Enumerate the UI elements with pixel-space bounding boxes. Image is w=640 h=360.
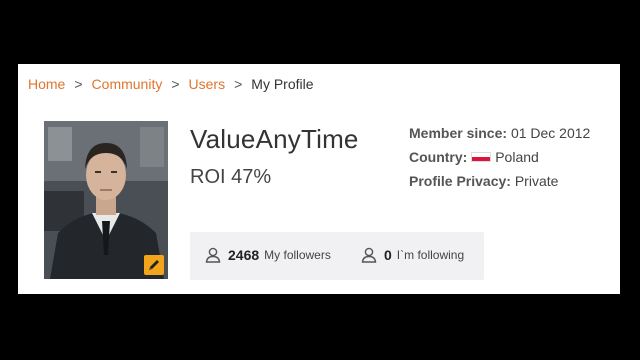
breadcrumb-separator: > <box>74 76 83 92</box>
country-value: Poland <box>495 149 539 165</box>
privacy-value: Private <box>514 173 559 189</box>
avatar <box>44 121 168 279</box>
breadcrumb-current: My Profile <box>251 76 314 92</box>
breadcrumb-users[interactable]: Users <box>189 76 226 92</box>
profile-meta: Member since: 01 Dec 2012 Country: Polan… <box>409 121 590 193</box>
user-icon <box>361 247 377 263</box>
user-icon <box>205 247 221 263</box>
following-count: 0 <box>384 247 392 263</box>
poland-flag-icon <box>471 152 492 163</box>
followers-label: My followers <box>264 248 331 262</box>
breadcrumb-home[interactable]: Home <box>28 76 65 92</box>
breadcrumb-separator: > <box>171 76 180 92</box>
following-label: I`m following <box>396 248 465 262</box>
follow-stats: 2468 My followers 0 I`m following <box>190 232 484 280</box>
country-row: Country: Poland <box>409 145 590 169</box>
country-label: Country: <box>409 149 468 165</box>
member-since-value: 01 Dec 2012 <box>510 125 591 141</box>
privacy-label: Profile Privacy: <box>409 173 511 189</box>
privacy-row: Profile Privacy: Private <box>409 169 590 193</box>
pencil-icon <box>149 260 159 270</box>
breadcrumb: Home > Community > Users > My Profile <box>28 76 314 92</box>
followers-count: 2468 <box>228 247 260 263</box>
member-since-row: Member since: 01 Dec 2012 <box>409 121 590 145</box>
following-link[interactable]: 0 I`m following <box>360 246 464 264</box>
breadcrumb-separator: > <box>234 76 243 92</box>
username: ValueAnyTime <box>190 124 359 154</box>
profile-panel: Home > Community > Users > My Profile Va… <box>18 64 620 294</box>
roi-value: ROI 47% <box>190 166 272 188</box>
edit-avatar-button[interactable] <box>144 255 164 275</box>
followers-link[interactable]: 2468 My followers <box>204 246 331 264</box>
breadcrumb-community[interactable]: Community <box>92 76 163 92</box>
member-since-label: Member since: <box>409 125 508 141</box>
